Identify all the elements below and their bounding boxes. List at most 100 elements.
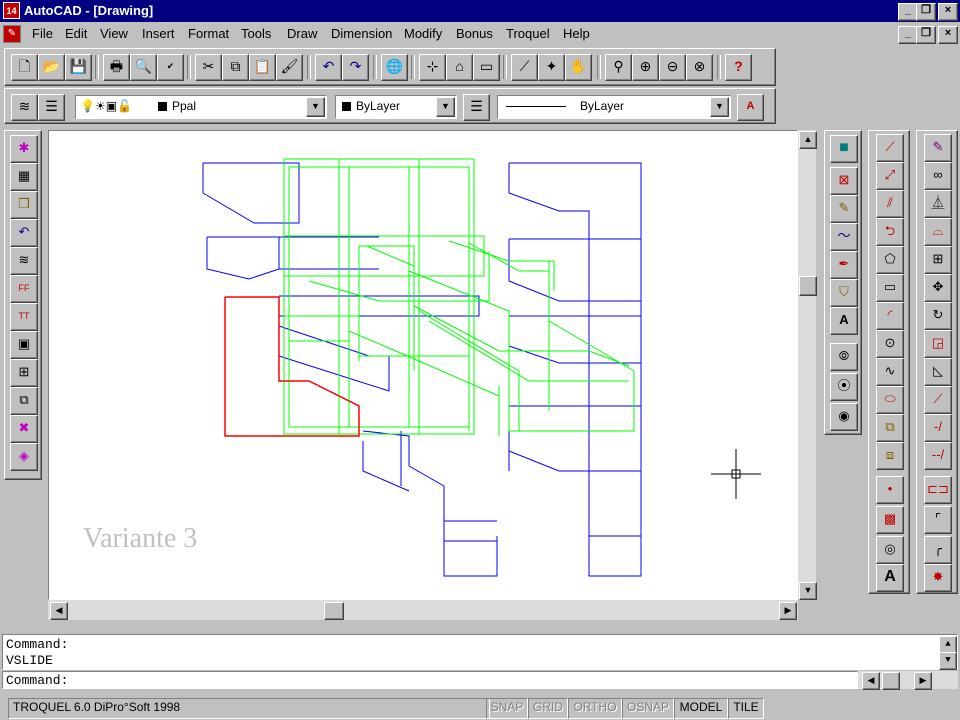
minimize-icon[interactable]: _ (898, 3, 918, 21)
redraw-icon[interactable]: ✦ (538, 54, 565, 81)
grid-tool-icon[interactable]: ▦ (10, 163, 38, 191)
break-icon[interactable]: ⊏⊐ (924, 476, 952, 504)
scroll-right-icon[interactable]: ▶ (779, 602, 797, 620)
menu-tools[interactable]: Tools (241, 26, 271, 41)
horizontal-scrollbar[interactable]: ◀ ▶ (48, 600, 798, 620)
copy-object-icon[interactable]: ∞ (924, 162, 952, 190)
menu-bonus[interactable]: Bonus (456, 26, 493, 41)
arc-icon[interactable]: ◜ (876, 302, 904, 330)
style-icon[interactable]: A (830, 307, 858, 335)
scroll-up-icon[interactable]: ▲ (799, 131, 817, 149)
polyline-icon[interactable]: ⮌ (876, 218, 904, 246)
dim-ff-icon[interactable]: FF (10, 275, 38, 303)
stretch-icon[interactable]: ◺ (924, 358, 952, 386)
menu-edit[interactable]: Edit (65, 26, 87, 41)
edit-box-icon[interactable]: ⊠ (830, 167, 858, 195)
menu-dimension[interactable]: Dimension (331, 26, 392, 41)
new-icon[interactable]: 🗋 (11, 54, 38, 81)
explode-icon[interactable]: ✸ (924, 564, 952, 592)
command-scroll-down-icon[interactable]: ▼ (939, 652, 957, 670)
command-history[interactable]: Command: VSLIDE ▲ ▼ (2, 634, 958, 670)
menu-help[interactable]: Help (563, 26, 590, 41)
circle-2-icon[interactable]: ⦿ (830, 373, 858, 401)
chamfer-icon[interactable]: ⌜ (924, 506, 952, 534)
region-icon[interactable]: ◎ (876, 536, 904, 564)
extend-icon[interactable]: --/ (924, 442, 952, 470)
offset-icon[interactable]: ⌓ (924, 218, 952, 246)
menu-modify[interactable]: Modify (404, 26, 442, 41)
paste-icon[interactable]: 📋 (249, 54, 276, 81)
ellipse-icon[interactable]: ⬭ (876, 386, 904, 414)
line-icon[interactable]: ⟋ (876, 134, 904, 162)
tracking-icon[interactable]: ⊹ (419, 54, 446, 81)
linetype-icon[interactable]: ☰ (463, 94, 490, 121)
menu-file[interactable]: File (32, 26, 53, 41)
circle-1-icon[interactable]: ⦾ (830, 343, 858, 371)
cube-tool-icon[interactable]: ◈ (10, 443, 38, 471)
grid-toggle[interactable]: GRID (528, 698, 568, 719)
table-tool-icon[interactable]: ⊞ (10, 359, 38, 387)
zoom-extents-icon[interactable]: ⊗ (686, 54, 713, 81)
rectangle-icon[interactable]: ▭ (876, 274, 904, 302)
horizontal-scroll-thumb[interactable] (324, 602, 344, 620)
command-horizontal-scrollbar[interactable]: ◀ ▶ (858, 671, 958, 690)
zoom-realtime-icon[interactable]: ⚲ (605, 54, 632, 81)
circle-3-icon[interactable]: ◉ (830, 403, 858, 431)
tile-toggle[interactable]: TILE (728, 698, 764, 719)
object-snap-icon[interactable]: ⌂ (446, 54, 473, 81)
explode-tool-icon[interactable]: ✖ (10, 415, 38, 443)
command-scroll-right-icon[interactable]: ▶ (914, 672, 932, 690)
trim-icon[interactable]: -/ (924, 414, 952, 442)
spell-check-icon[interactable]: ✔ (157, 54, 184, 81)
ortho-toggle[interactable]: ORTHO (568, 698, 622, 719)
scale-icon[interactable]: ◲ (924, 330, 952, 358)
open-icon[interactable]: 📂 (38, 54, 65, 81)
square-color-icon[interactable]: ■ (830, 135, 858, 163)
pan-icon[interactable]: ✋ (565, 54, 592, 81)
copy-icon[interactable]: ⧉ (222, 54, 249, 81)
command-line[interactable]: Command: (2, 671, 858, 689)
array-icon[interactable]: ⊞ (924, 246, 952, 274)
page-tool-icon[interactable]: ▣ (10, 331, 38, 359)
block-tool-icon[interactable]: ❒ (10, 191, 38, 219)
insert-block-icon[interactable]: ⧉ (876, 414, 904, 442)
match-properties-icon[interactable]: 🖌 (276, 54, 303, 81)
menu-view[interactable]: View (100, 26, 128, 41)
drawing-area[interactable]: Variante 3 (48, 130, 798, 600)
star-tool-icon[interactable]: ✱ (10, 135, 38, 163)
scroll-left-icon[interactable]: ◀ (50, 602, 68, 620)
sketch-icon[interactable]: 〜 (830, 223, 858, 251)
shield-icon[interactable]: ⛉ (830, 279, 858, 307)
doc-minimize-icon[interactable]: _ (898, 26, 918, 44)
autocad-app-icon[interactable]: 14 (3, 2, 20, 19)
vertical-scrollbar[interactable]: ▲ ▼ (798, 130, 817, 600)
menu-format[interactable]: Format (188, 26, 229, 41)
spline-icon[interactable]: ∿ (876, 358, 904, 386)
move-icon[interactable]: ✥ (924, 274, 952, 302)
mirror-icon[interactable]: ⏅ (924, 190, 952, 218)
cut-icon[interactable]: ✂ (195, 54, 222, 81)
linetype-dropdown[interactable]: ByLayer ▼ (497, 95, 731, 119)
command-scroll-thumb[interactable] (882, 672, 900, 690)
help-icon[interactable]: ? (725, 54, 752, 81)
command-scroll-left-icon[interactable]: ◀ (862, 672, 880, 690)
menu-insert[interactable]: Insert (142, 26, 175, 41)
make-layer-current-icon[interactable]: ≋ (11, 94, 38, 121)
menu-draw[interactable]: Draw (287, 26, 317, 41)
redo-icon[interactable]: ↷ (342, 54, 369, 81)
snap-toggle[interactable]: SNAP (486, 698, 528, 719)
layer-dropdown-arrow-icon[interactable]: ▼ (306, 97, 325, 117)
layers-icon[interactable]: ☰ (38, 94, 65, 121)
close-icon[interactable]: × (938, 3, 958, 21)
circle-icon[interactable]: ⊙ (876, 330, 904, 358)
insert-tool-icon[interactable]: ⧉ (10, 387, 38, 415)
lengthen-icon[interactable]: ⟋ (924, 386, 952, 414)
ucs-icon[interactable]: ▭ (473, 54, 500, 81)
construction-line-icon[interactable]: ⤢ (876, 162, 904, 190)
undo-arrow-icon[interactable]: ↶ (10, 219, 38, 247)
color-dropdown[interactable]: ByLayer ▼ (335, 95, 457, 119)
dim-tt-icon[interactable]: TT (10, 303, 38, 331)
make-block-icon[interactable]: ⧈ (876, 442, 904, 470)
doc-restore-icon[interactable]: ❐ (916, 26, 936, 44)
rotate-icon[interactable]: ↻ (924, 302, 952, 330)
